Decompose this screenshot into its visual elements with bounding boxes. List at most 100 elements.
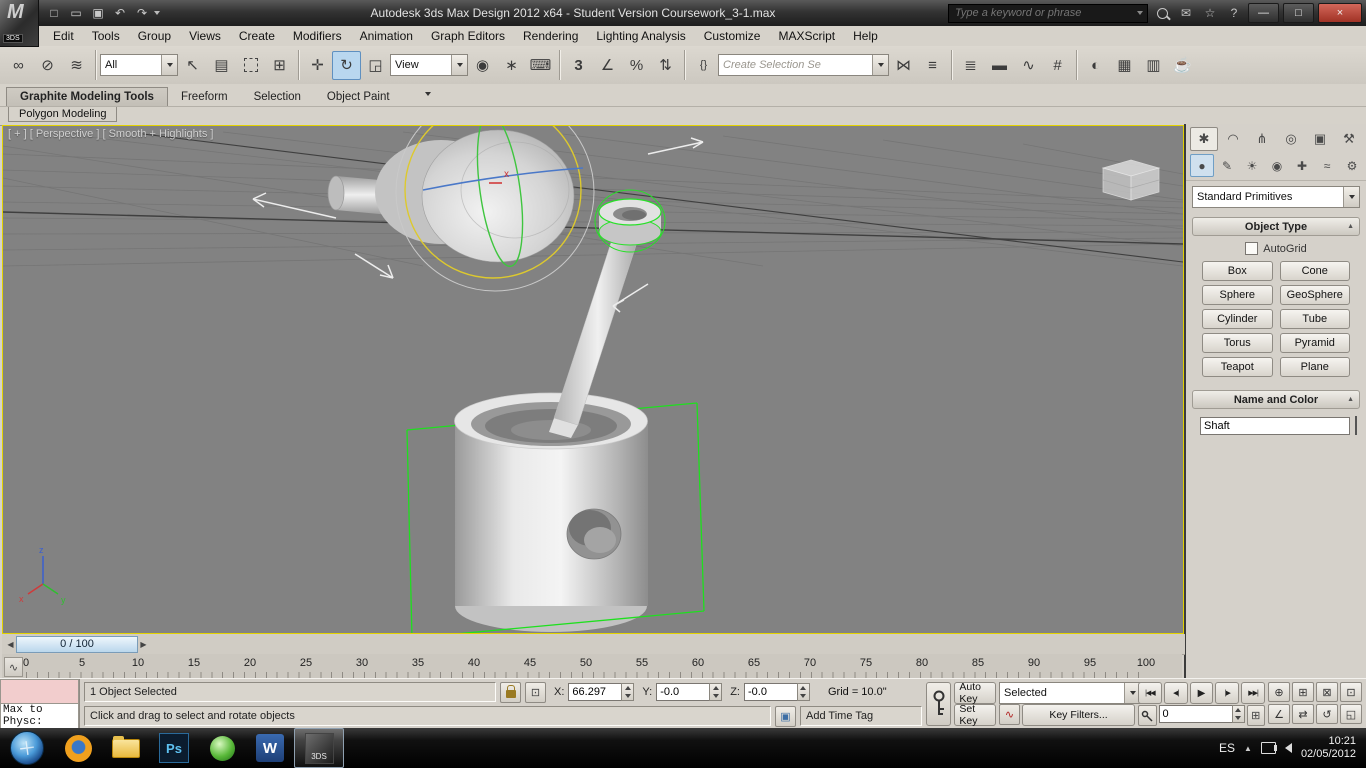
select-object-icon[interactable]: ↖: [178, 51, 207, 80]
next-frame-button[interactable]: |▶: [1215, 682, 1240, 704]
window-crossing-toggle-icon[interactable]: ⊞: [265, 51, 294, 80]
box-button[interactable]: Box: [1202, 261, 1273, 281]
display-tab-icon[interactable]: ▣: [1306, 127, 1334, 151]
clock[interactable]: 10:21 02/05/2012: [1301, 735, 1356, 761]
mirror-icon[interactable]: ⋈: [889, 51, 918, 80]
tab-selection[interactable]: Selection: [241, 88, 314, 106]
helpers-category-icon[interactable]: ✚: [1290, 154, 1314, 177]
open-file-icon[interactable]: ▭: [66, 3, 86, 23]
object-color-swatch[interactable]: [1355, 416, 1357, 435]
taskbar-firefox[interactable]: [54, 729, 102, 767]
geosphere-button[interactable]: GeoSphere: [1279, 285, 1350, 305]
pan-icon[interactable]: ⇄: [1292, 704, 1314, 724]
tube-button[interactable]: Tube: [1279, 309, 1350, 329]
spinner-arrows[interactable]: [709, 683, 723, 701]
search-dropdown-arrow-icon[interactable]: [1137, 11, 1143, 15]
cameras-category-icon[interactable]: ◉: [1265, 154, 1289, 177]
y-coordinate-input[interactable]: [656, 683, 710, 701]
select-and-move-icon[interactable]: ✛: [303, 51, 332, 80]
object-name-field[interactable]: [1200, 416, 1350, 435]
graphite-ribbon-toggle-icon[interactable]: ▬: [985, 51, 1014, 80]
time-tag-icon[interactable]: ▣: [775, 705, 796, 727]
cone-button[interactable]: Cone: [1279, 261, 1350, 281]
taskbar-green-app[interactable]: [198, 729, 246, 767]
object-type-rollout-header[interactable]: Object Type ▲: [1192, 217, 1360, 236]
dropdown-button[interactable]: [451, 55, 467, 75]
application-menu-button[interactable]: M 3DS: [0, 0, 39, 47]
help-icon[interactable]: ?: [1224, 4, 1244, 22]
language-indicator[interactable]: ES: [1219, 741, 1235, 755]
infocenter-search[interactable]: [948, 3, 1148, 23]
previous-frame-button[interactable]: ◀|: [1163, 682, 1188, 704]
menu-modifiers[interactable]: Modifiers: [284, 27, 351, 45]
menu-tools[interactable]: Tools: [83, 27, 129, 45]
select-and-scale-icon[interactable]: ◲: [361, 51, 390, 80]
select-and-manipulate-icon[interactable]: ∗: [497, 51, 526, 80]
space-warps-category-icon[interactable]: ≈: [1315, 154, 1339, 177]
menu-rendering[interactable]: Rendering: [514, 27, 587, 45]
redo-icon[interactable]: ↷: [132, 3, 152, 23]
field-of-view-icon[interactable]: ∠: [1268, 704, 1290, 724]
menu-group[interactable]: Group: [129, 27, 180, 45]
hierarchy-tab-icon[interactable]: ⋔: [1248, 127, 1276, 151]
panel-polygon-modeling[interactable]: Polygon Modeling: [8, 107, 118, 122]
rectangular-selection-region-icon[interactable]: [236, 51, 265, 80]
menu-lighting-analysis[interactable]: Lighting Analysis: [587, 27, 694, 45]
favorites-icon[interactable]: ☆: [1200, 4, 1220, 22]
render-setup-icon[interactable]: ▦: [1110, 51, 1139, 80]
key-filter-curve-icon[interactable]: ∿: [999, 704, 1020, 725]
time-configuration-button[interactable]: ⊞: [1246, 705, 1265, 726]
utilities-tab-icon[interactable]: ⚒: [1335, 127, 1363, 151]
curve-editor-icon[interactable]: ∿: [1014, 51, 1043, 80]
angle-snap-icon[interactable]: ∠: [593, 51, 622, 80]
save-file-icon[interactable]: ▣: [88, 3, 108, 23]
torus-button[interactable]: Torus: [1202, 333, 1273, 353]
track-bar[interactable]: ∿ 05 10 15 20 25 30 35 40 45 50 55 60 65 70 75 …: [2, 654, 1182, 679]
menu-customize[interactable]: Customize: [695, 27, 770, 45]
key-filters-button[interactable]: Key Filters...: [1022, 704, 1135, 726]
menu-edit[interactable]: Edit: [44, 27, 83, 45]
shapes-category-icon[interactable]: ✎: [1215, 154, 1239, 177]
start-button[interactable]: [0, 729, 54, 767]
sphere-button[interactable]: Sphere: [1202, 285, 1273, 305]
zoom-icon[interactable]: ⊕: [1268, 682, 1290, 702]
plane-button[interactable]: Plane: [1279, 357, 1350, 377]
collapse-chevron-icon[interactable]: ▲: [1347, 396, 1354, 403]
listener-pane[interactable]: Max to Physc:: [0, 703, 79, 729]
rendered-frame-window-icon[interactable]: ▥: [1139, 51, 1168, 80]
menu-create[interactable]: Create: [230, 27, 284, 45]
taskbar-3dsmax-active[interactable]: 3DS: [294, 728, 344, 768]
perspective-viewport[interactable]: [ + ] [ Perspective ] [ Smooth + Highlig…: [2, 92, 1184, 639]
primitive-category-dropdown[interactable]: Standard Primitives: [1192, 186, 1360, 208]
current-frame-input[interactable]: [1158, 705, 1232, 723]
schematic-view-icon[interactable]: #: [1043, 51, 1072, 80]
z-coordinate-input[interactable]: [743, 683, 797, 701]
create-tab-icon[interactable]: ✱: [1190, 127, 1218, 151]
systems-category-icon[interactable]: ⚙: [1340, 154, 1364, 177]
motion-tab-icon[interactable]: ◎: [1277, 127, 1305, 151]
zoom-extents-icon[interactable]: ⊠: [1316, 682, 1338, 702]
menu-animation[interactable]: Animation: [351, 27, 422, 45]
tray-expand-icon[interactable]: ▲: [1244, 744, 1252, 753]
select-and-link-icon[interactable]: ∞: [4, 51, 33, 80]
current-frame-spinner[interactable]: [1158, 705, 1245, 723]
edit-named-selection-sets-icon[interactable]: {}: [689, 51, 718, 80]
collapse-chevron-icon[interactable]: ▲: [1347, 223, 1354, 230]
selection-lock-toggle[interactable]: [500, 681, 521, 703]
zoom-all-icon[interactable]: ⊞: [1292, 682, 1314, 702]
maximize-button[interactable]: □: [1283, 3, 1314, 23]
time-slider-handle[interactable]: 0 / 100: [16, 635, 138, 653]
dropdown-button[interactable]: [1343, 187, 1359, 207]
menu-graph-editors[interactable]: Graph Editors: [422, 27, 514, 45]
spinner-arrows[interactable]: [1231, 705, 1245, 723]
menu-maxscript[interactable]: MAXScript: [769, 27, 844, 45]
key-mode-toggle[interactable]: [1138, 705, 1157, 726]
snaps-toggle-icon[interactable]: 3: [564, 51, 593, 80]
communication-center-icon[interactable]: ✉: [1176, 4, 1196, 22]
bind-to-space-warp-icon[interactable]: ≋: [62, 51, 91, 80]
set-key-button[interactable]: Set Key: [954, 703, 996, 727]
taskbar-explorer[interactable]: [102, 729, 150, 767]
modify-tab-icon[interactable]: ◠: [1219, 127, 1247, 151]
auto-key-button[interactable]: Auto Key: [954, 681, 996, 705]
spinner-snap-icon[interactable]: ⇅: [651, 51, 680, 80]
